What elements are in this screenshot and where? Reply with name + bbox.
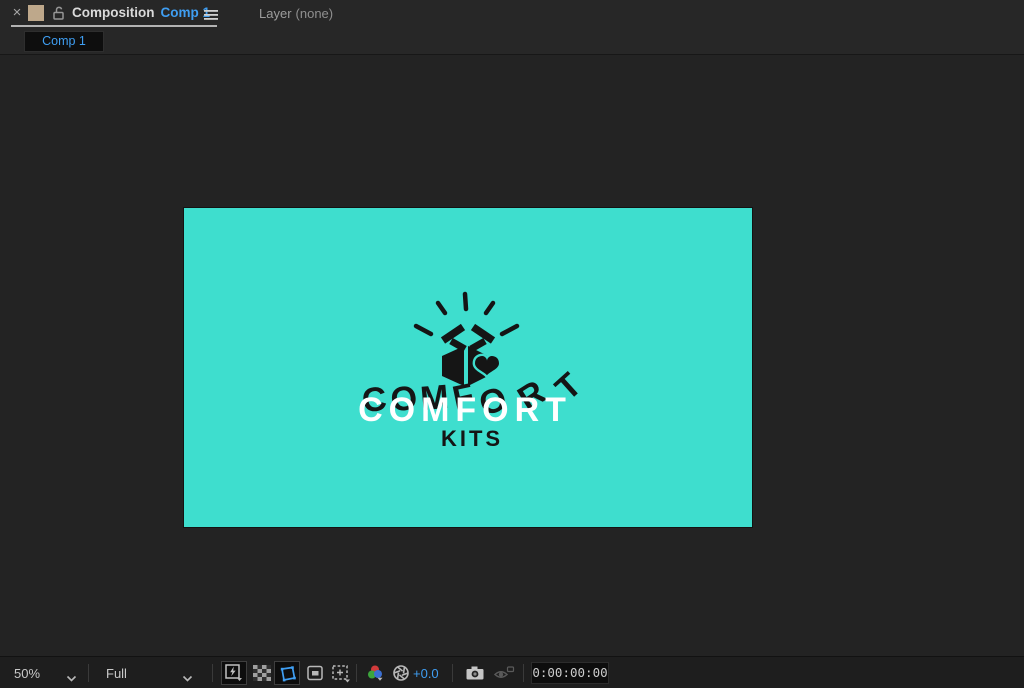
panel-group-color-swatch[interactable] <box>28 5 44 21</box>
after-effects-composition-panel: × Composition Comp 1 Layer (none) Comp 1… <box>0 0 1024 688</box>
tab-layer[interactable]: Layer (none) <box>259 6 333 21</box>
lightning-bolt-icon <box>225 664 242 681</box>
rgb-channels-icon <box>368 665 383 681</box>
logo-open-box-icon <box>440 323 502 386</box>
panel-tab-bar: × Composition Comp 1 Layer (none) <box>0 0 1024 28</box>
viewer-toolbar: 50% Full +0.0 0:00:00:00 <box>0 656 1024 688</box>
camera-icon <box>466 666 484 680</box>
tab-composition[interactable]: Composition Comp 1 <box>72 5 210 20</box>
toolbar-separator <box>452 664 453 682</box>
logo-title-text: COMFORT <box>358 391 572 429</box>
magnification-chevron-down-icon[interactable] <box>66 670 77 688</box>
comp-breadcrumb-button[interactable]: Comp 1 <box>24 31 104 52</box>
aperture-icon <box>393 665 409 681</box>
show-channel-button[interactable] <box>364 661 388 685</box>
tab-layer-label: Layer <box>259 6 292 21</box>
resolution-select[interactable]: Full <box>106 666 127 681</box>
checkerboard-icon <box>253 665 271 681</box>
mask-visibility-button[interactable] <box>274 661 300 685</box>
toolbar-separator <box>88 664 89 682</box>
tab-layer-target: (none) <box>295 6 334 21</box>
toolbar-separator <box>212 664 213 682</box>
panel-menu-icon[interactable] <box>204 8 218 26</box>
composition-flowchart-row: Comp 1 <box>0 28 1024 55</box>
magnification-select[interactable]: 50% <box>14 666 40 681</box>
region-of-interest-icon <box>307 665 323 681</box>
composition-viewer: COMFORT COMFORT KITS <box>0 56 1024 656</box>
comp-canvas[interactable]: COMFORT COMFORT KITS <box>183 207 753 528</box>
panel-header: × Composition Comp 1 Layer (none) Comp 1 <box>0 0 1024 55</box>
region-of-interest-button[interactable] <box>303 661 327 685</box>
grid-guides-icon <box>331 664 350 682</box>
tab-composition-label: Composition <box>72 5 155 20</box>
comfort-kits-logo: C O MFO RT COMFORT KITS <box>358 291 589 451</box>
show-snapshot-button[interactable] <box>491 661 517 685</box>
adjust-exposure-button[interactable] <box>390 661 412 685</box>
logo-rays-icon <box>413 291 520 337</box>
exposure-value[interactable]: +0.0 <box>413 666 439 681</box>
resolution-chevron-down-icon[interactable] <box>182 670 193 688</box>
current-time-field[interactable]: 0:00:00:00 <box>531 662 609 684</box>
mask-shape-icon <box>280 665 296 681</box>
fast-previews-button[interactable] <box>221 661 247 685</box>
snapshot-eye-icon <box>493 666 515 678</box>
logo-subtitle-text: KITS <box>441 426 503 451</box>
take-snapshot-button[interactable] <box>463 661 487 685</box>
active-tab-underline <box>11 25 217 27</box>
transparency-grid-button[interactable] <box>250 661 274 685</box>
toolbar-separator <box>523 664 524 682</box>
close-panel-icon[interactable]: × <box>9 3 25 23</box>
tab-composition-target: Comp 1 <box>160 5 211 20</box>
lock-icon[interactable] <box>52 5 65 26</box>
grid-and-guides-button[interactable] <box>328 661 354 685</box>
toolbar-separator <box>356 664 357 682</box>
